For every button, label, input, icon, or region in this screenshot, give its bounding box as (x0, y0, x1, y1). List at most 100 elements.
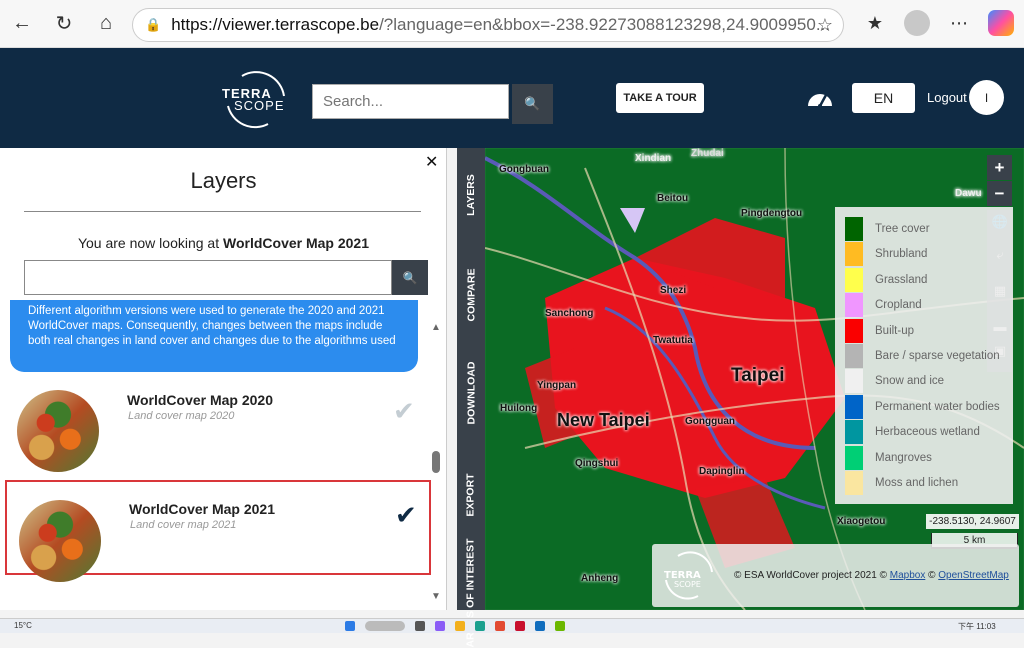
place-label-taipei: Taipei (731, 365, 785, 386)
place-label-shezi: Shezi (660, 285, 687, 296)
layer-search-button[interactable]: 🔍 (392, 260, 428, 295)
taskbar-apps (345, 621, 565, 631)
legend-item: Grassland (845, 267, 927, 292)
map-attribution: TERRA SCOPE © ESA WorldCover project 202… (652, 544, 1019, 607)
legend-label: Permanent water bodies (875, 400, 1000, 413)
current-layer-name: WorldCover Map 2021 (223, 235, 370, 251)
legend-item: Moss and lichen (845, 471, 958, 495)
tab-label: EXPORT (465, 473, 477, 517)
legend-swatch (845, 344, 863, 368)
copilot-icon[interactable] (988, 10, 1014, 36)
place-label-new-taipei: New Taipei (557, 410, 650, 430)
start-icon[interactable] (345, 621, 355, 631)
place-label-zhudai: Zhudai (691, 148, 724, 159)
layer-name: WorldCover Map 2020 (127, 392, 274, 408)
place-label-gongbuan: Gongbuan (499, 164, 549, 175)
tab-areas-of-interest[interactable]: AREAS OF INTEREST (457, 538, 485, 647)
legend-swatch (845, 293, 863, 318)
place-label-twatutia: Twatutia (653, 335, 693, 346)
selected-check-icon[interactable]: ✔ (395, 500, 417, 531)
logo-text: TERRA SCOPE (222, 87, 285, 113)
legend-swatch (845, 420, 863, 445)
app-icon[interactable] (535, 621, 545, 631)
tab-label: COMPARE (465, 268, 478, 322)
legend-swatch (845, 369, 863, 394)
tab-download[interactable]: DOWNLOAD (457, 362, 485, 425)
weather-widget[interactable]: 15°C (14, 621, 32, 630)
side-tabs: LAYERS COMPARE DOWNLOAD EXPORT AREAS OF … (457, 148, 485, 648)
home-icon[interactable]: ⌂ (94, 12, 118, 36)
terrascope-watermark-icon: TERRA SCOPE (664, 551, 713, 600)
terrascope-logo[interactable]: TERRA SCOPE (218, 66, 292, 130)
algorithm-notice: Different algorithm versions were used t… (10, 300, 418, 372)
user-avatar[interactable]: I (969, 80, 1004, 115)
layer-item-worldcover-2020[interactable]: WorldCover Map 2020 Land cover map 2020 … (5, 384, 431, 479)
address-bar[interactable]: 🔒 https://viewer.terrascope.be/?language… (132, 8, 844, 42)
search-input[interactable] (312, 84, 509, 119)
tab-export[interactable]: EXPORT (457, 470, 485, 520)
more-menu-icon[interactable]: ⋯ (946, 13, 972, 34)
tab-layers[interactable]: LAYERS (457, 170, 485, 220)
app-icon[interactable] (555, 621, 565, 631)
place-label-beitou: Beitou (657, 193, 689, 204)
layer-name: WorldCover Map 2021 (129, 501, 276, 517)
scroll-down-arrow[interactable]: ▼ (431, 591, 441, 602)
legend-label: Moss and lichen (875, 477, 959, 489)
search-icon: 🔍 (524, 96, 541, 111)
legend-swatch (845, 242, 863, 267)
panel-title: Layers (190, 168, 257, 193)
edge-icon[interactable] (475, 621, 485, 631)
search-button[interactable]: 🔍 (512, 84, 553, 124)
file-explorer-icon[interactable] (455, 621, 465, 631)
svg-text:SCOPE: SCOPE (674, 580, 701, 589)
scroll-up-arrow[interactable]: ▲ (431, 322, 441, 333)
layer-thumbnail (17, 390, 99, 472)
app-icon[interactable] (515, 621, 525, 631)
legend-label: Bare / sparse vegetation (875, 350, 1000, 362)
layers-panel: ✕ Layers You are now looking at WorldCov… (0, 148, 447, 610)
zoom-out-button[interactable]: − (987, 181, 1012, 206)
tab-compare[interactable]: COMPARE (457, 268, 485, 322)
place-label-huilong: Huilong (500, 403, 538, 414)
store-icon[interactable] (495, 621, 505, 631)
task-view-icon[interactable] (415, 621, 425, 631)
notice-line-3: both real changes in land cover and chan… (28, 335, 396, 347)
zoom-in-button[interactable]: + (987, 155, 1012, 180)
mapbox-link[interactable]: Mapbox (890, 570, 926, 581)
logo-line-2: SCOPE (234, 98, 285, 113)
copilot-app-icon[interactable] (435, 621, 445, 631)
unselected-check-icon[interactable]: ✔ (393, 396, 415, 427)
favorite-star-icon[interactable]: ☆ (817, 15, 833, 36)
taskbar-search-icon[interactable] (365, 621, 405, 631)
favorites-icon[interactable]: ★ (862, 13, 888, 34)
place-label-xiaogetou: Xiaogetou (837, 516, 886, 527)
place-label-pingdengtou: Pingdengtou (741, 208, 803, 219)
place-label-gongguan: Gongguan (685, 416, 735, 427)
legend-label: Tree cover (875, 223, 930, 235)
logout-link[interactable]: Logout (927, 90, 967, 105)
os-taskbar: 15°C 下午 11:03 (0, 618, 1024, 633)
language-button[interactable]: EN (852, 83, 915, 113)
back-icon[interactable]: ← (10, 12, 34, 36)
take-tour-button[interactable]: TAKE A TOUR (616, 83, 704, 113)
legend-label: Cropland (875, 299, 922, 312)
place-label-sanchong: Sanchong (545, 308, 594, 319)
search-icon: 🔍 (402, 270, 418, 285)
legend-label: Herbaceous wetland (875, 426, 980, 439)
dashboard-gauge-icon[interactable] (806, 86, 834, 108)
legend-swatch (845, 267, 863, 292)
layer-item-worldcover-2021[interactable]: WorldCover Map 2021 Land cover map 2021 … (5, 480, 431, 582)
attribution-text: © ESA WorldCover project 2021 © Mapbox ©… (734, 570, 1009, 581)
layer-search-input[interactable] (24, 260, 392, 295)
openstreetmap-link[interactable]: OpenStreetMap (938, 570, 1009, 581)
refresh-icon[interactable]: ↻ (52, 12, 76, 36)
place-label-dawu: Dawu (955, 188, 982, 199)
place-label-dapinglin: Dapinglin (699, 466, 745, 477)
legend-item: Permanent water bodies (845, 394, 1000, 419)
profile-icon[interactable] (904, 10, 930, 36)
app-header: TERRA SCOPE 🔍 TAKE A TOUR EN Logout I (0, 48, 1024, 148)
scrollbar-thumb[interactable] (432, 451, 440, 473)
attribution-prefix: © ESA WorldCover project 2021 © (734, 570, 887, 581)
legend-label: Snow and ice (875, 375, 945, 388)
legend-item: Tree cover (845, 217, 930, 241)
